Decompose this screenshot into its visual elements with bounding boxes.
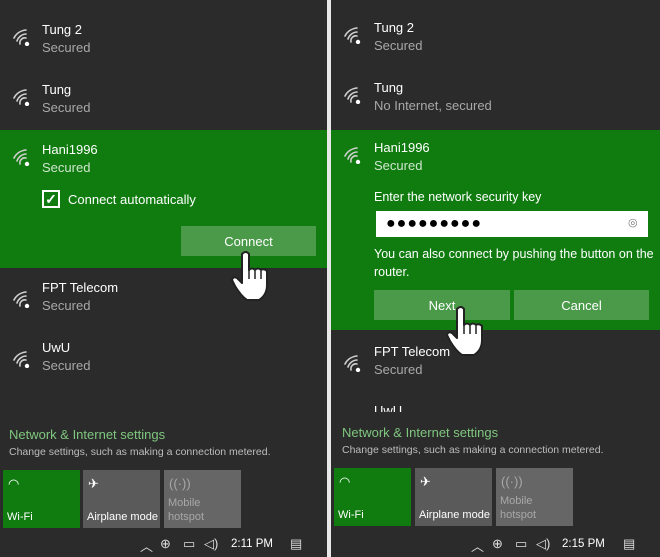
wifi-icon: ◠ [339,474,351,489]
tile-label: Wi-Fi [338,509,364,521]
network-status: Secured [42,298,91,313]
network-status: Secured [374,362,423,377]
action-center-icon[interactable]: ▤ [623,536,635,552]
hotspot-icon: ((·)) [501,474,523,489]
network-status: Secured [374,38,423,53]
clock[interactable]: 2:11 PM [231,538,273,550]
taskbar: ︿ ⊕ ▭ ◁) 2:15 PM ▤ [331,530,660,557]
wifi-icon: ◠ [8,476,20,491]
action-center-icon[interactable]: ▤ [290,536,302,552]
network-name[interactable]: FPT Telecom [42,280,118,295]
battery-icon[interactable]: ▭ [183,536,195,552]
tile-label: Mobile hotspot [168,497,205,523]
security-key-input[interactable] [376,211,648,237]
network-status: No Internet, secured [374,98,492,113]
volume-icon[interactable]: ◁) [536,536,550,552]
airplane-icon: ✈ [420,474,431,489]
selected-network-hani1996[interactable]: Hani1996 Secured Enter the network secur… [331,130,660,330]
wifi-tile[interactable]: ◠ Wi-Fi [3,470,80,528]
volume-icon[interactable]: ◁) [204,536,218,552]
wifi-signal-icon [343,86,365,105]
globe-network-icon[interactable]: ⊕ [160,536,171,552]
wifi-signal-icon [343,146,365,165]
tile-label: Airplane mode [87,511,158,523]
network-settings-link[interactable]: Network & Internet settings [9,427,165,442]
chevron-up-icon[interactable]: ︿ [471,536,484,555]
list-clip: UwU [331,400,660,412]
chevron-up-icon[interactable]: ︿ [140,536,153,555]
network-name: Hani1996 [374,140,430,155]
wifi-signal-icon [12,290,34,309]
wifi-signal-icon [12,28,34,47]
taskbar: ︿ ⊕ ▭ ◁) 2:11 PM ▤ [0,530,327,557]
wifi-signal-icon [12,148,34,167]
wifi-signal-icon [343,354,365,373]
wifi-flyout-left: Tung 2 Secured Tung Secured Hani1996 Sec… [0,0,327,557]
selected-network-hani1996[interactable]: Hani1996 Secured ✓ Connect automatically… [0,130,327,268]
wifi-signal-icon [12,350,34,369]
network-status: Secured [42,358,91,373]
hotspot-icon: ((·)) [169,476,191,491]
next-button[interactable]: Next [374,290,510,320]
hand-cursor-icon [230,250,272,302]
tile-label: Airplane mode [419,509,490,521]
network-name[interactable]: Tung 2 [42,22,82,37]
network-settings-description: Change settings, such as making a connec… [342,444,604,456]
airplane-icon: ✈ [88,476,99,491]
tile-label: Mobile hotspot [500,495,537,521]
network-name[interactable]: UwU [374,403,402,412]
connect-automatically-checkbox[interactable]: ✓ [42,190,60,208]
network-name[interactable]: Tung [42,82,71,97]
globe-network-icon[interactable]: ⊕ [492,536,503,552]
reveal-password-icon[interactable]: ◎ [628,216,638,229]
network-name: Hani1996 [42,142,98,157]
battery-icon[interactable]: ▭ [515,536,527,552]
connect-automatically-label: Connect automatically [68,192,196,207]
network-name[interactable]: FPT Telecom [374,344,450,359]
network-name[interactable]: Tung [374,80,403,95]
wifi-signal-icon [12,88,34,107]
network-settings-description: Change settings, such as making a connec… [9,446,271,458]
wifi-signal-icon [343,26,365,45]
wps-hint: You can also connect by pushing the butt… [374,247,654,279]
mobile-hotspot-tile[interactable]: ((·)) Mobile hotspot [496,468,573,526]
hand-cursor-icon [445,305,487,357]
network-status: Secured [42,40,91,55]
mobile-hotspot-tile[interactable]: ((·)) Mobile hotspot [164,470,241,528]
network-name[interactable]: UwU [42,340,70,355]
network-status: Secured [42,160,91,175]
network-status: Secured [374,158,423,173]
clock[interactable]: 2:15 PM [562,538,605,550]
wifi-tile[interactable]: ◠ Wi-Fi [334,468,411,526]
airplane-mode-tile[interactable]: ✈ Airplane mode [415,468,492,526]
network-name[interactable]: Tung 2 [374,20,414,35]
network-status: Secured [42,100,91,115]
security-key-label: Enter the network security key [374,190,542,204]
wifi-flyout-right: Tung 2 Secured Tung No Internet, secured… [331,0,660,557]
tile-label: Wi-Fi [7,511,33,523]
airplane-mode-tile[interactable]: ✈ Airplane mode [83,470,160,528]
network-settings-link[interactable]: Network & Internet settings [342,425,498,440]
cancel-button[interactable]: Cancel [514,290,649,320]
